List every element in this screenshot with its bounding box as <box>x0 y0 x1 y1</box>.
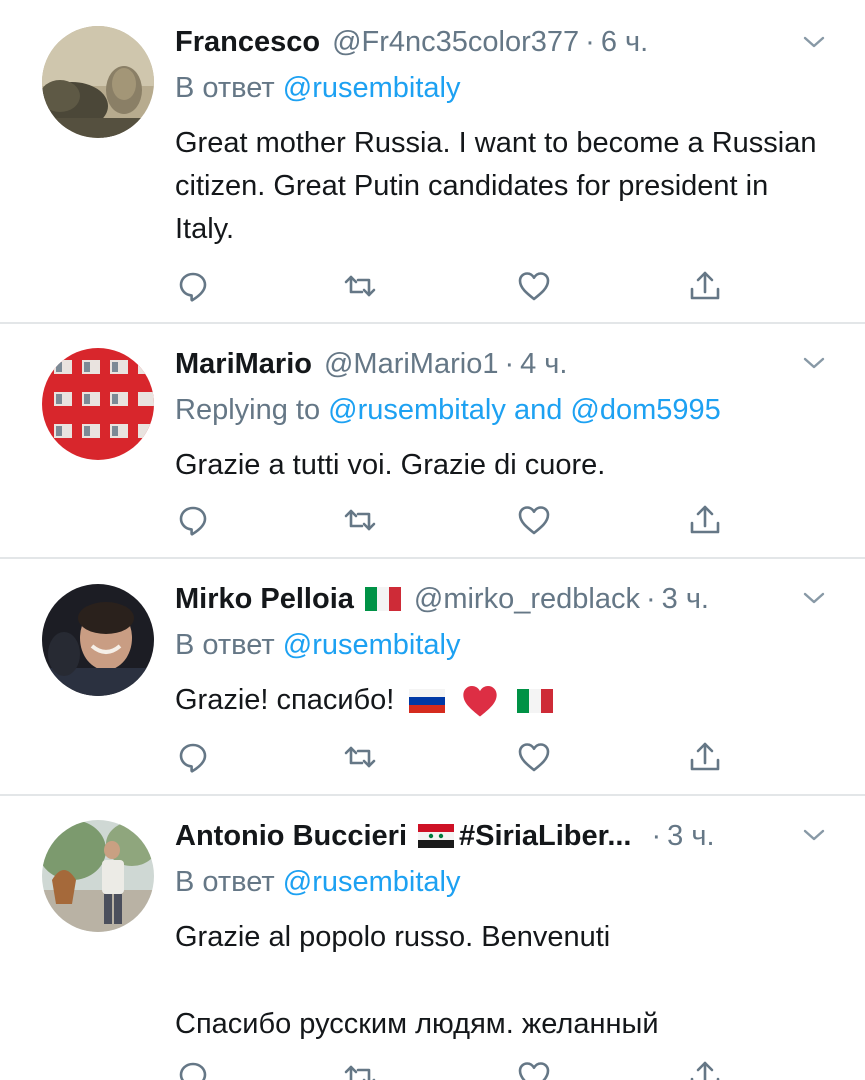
reply-context: В ответ @rusembitaly <box>175 629 460 662</box>
avatar[interactable] <box>42 348 154 460</box>
tweet-actions <box>175 1058 735 1080</box>
separator-dot: · <box>645 582 656 615</box>
tweet-header: MariMario @MariMario1 · 4 ч. <box>175 344 825 384</box>
reply-icon <box>175 1058 211 1080</box>
reply-conjunction: and <box>513 394 563 426</box>
reply-prefix: В ответ <box>175 629 275 661</box>
mention-link[interactable]: @dom5995 <box>570 394 720 426</box>
retweet-button[interactable] <box>342 502 378 538</box>
tweet-text: Grazie! спасибо! <box>175 684 395 716</box>
reply-button[interactable] <box>175 739 211 775</box>
red-heart-icon <box>460 681 500 721</box>
reply-button[interactable] <box>175 502 211 538</box>
reply-prefix: В ответ <box>175 72 275 104</box>
reply-prefix: В ответ <box>175 866 275 898</box>
avatar[interactable] <box>42 584 154 696</box>
like-button[interactable] <box>516 268 552 304</box>
timestamp[interactable]: 4 ч. <box>520 348 567 381</box>
reply-prefix: Replying to <box>175 394 321 426</box>
share-icon <box>687 268 723 304</box>
author-handle[interactable]: @mirko_redblack <box>414 583 640 616</box>
retweet-icon <box>342 1058 378 1080</box>
share-icon <box>687 1058 723 1080</box>
tweet-actions <box>175 739 735 779</box>
author-name[interactable]: MariMario <box>175 348 312 381</box>
tweet-header: Antonio Buccieri #SiriaLiber... · 3 ч. <box>175 816 825 856</box>
tweet[interactable]: MariMario @MariMario1 · 4 ч. Replying to… <box>0 324 865 558</box>
separator-dot: · <box>651 819 662 852</box>
reply-context: Replying to @rusembitaly and @dom5995 <box>175 394 721 427</box>
chevron-down-icon[interactable] <box>799 27 829 57</box>
share-button[interactable] <box>687 739 723 775</box>
retweet-button[interactable] <box>342 1058 378 1080</box>
avatar[interactable] <box>42 820 154 932</box>
share-button[interactable] <box>687 502 723 538</box>
tweet-text: Grazie a tutti voi. Grazie di cuore. <box>175 449 606 481</box>
mention-link[interactable]: @rusembitaly <box>283 72 461 104</box>
tweet-actions <box>175 502 735 542</box>
retweet-button[interactable] <box>342 739 378 775</box>
syrian-flag-icon <box>417 824 455 848</box>
separator-dot: · <box>504 347 515 380</box>
share-button[interactable] <box>687 268 723 304</box>
author-handle[interactable]: @Fr4nc35color377 <box>332 26 579 59</box>
like-button[interactable] <box>516 739 552 775</box>
tweet-header: Francesco @Fr4nc35color377 · 6 ч. <box>175 22 825 62</box>
like-icon <box>516 268 552 304</box>
italian-flag-icon <box>516 689 554 713</box>
retweet-icon <box>342 739 378 775</box>
russian-flag-icon <box>408 689 446 713</box>
reply-icon <box>175 502 211 538</box>
mention-link[interactable]: @rusembitaly <box>283 629 461 661</box>
chevron-down-icon[interactable] <box>799 820 829 850</box>
mention-link[interactable]: @rusembitaly <box>283 866 461 898</box>
share-icon <box>687 739 723 775</box>
chevron-down-icon[interactable] <box>799 583 829 613</box>
reply-icon <box>175 739 211 775</box>
tweet-text: Great mother Russia. I want to become a … <box>175 127 817 245</box>
share-button[interactable] <box>687 1058 723 1080</box>
reply-button[interactable] <box>175 1058 211 1080</box>
author-name[interactable]: Francesco <box>175 26 320 59</box>
tweet[interactable]: Mirko Pelloia @mirko_redblack · 3 ч. В о… <box>0 559 865 795</box>
tweet-header: Mirko Pelloia @mirko_redblack · 3 ч. <box>175 579 825 619</box>
reply-context: В ответ @rusembitaly <box>175 72 460 105</box>
timestamp[interactable]: 3 ч. <box>667 820 714 853</box>
timestamp[interactable]: 3 ч. <box>662 583 709 616</box>
avatar[interactable] <box>42 26 154 138</box>
tweet-text-line: Grazie al popolo russo. Benvenuti <box>175 921 611 953</box>
timestamp[interactable]: 6 ч. <box>601 26 648 59</box>
like-icon <box>516 1058 552 1080</box>
like-button[interactable] <box>516 1058 552 1080</box>
tweet[interactable]: Antonio Buccieri #SiriaLiber... · 3 ч. В… <box>0 796 865 1080</box>
chevron-down-icon[interactable] <box>799 348 829 378</box>
tweet[interactable]: Francesco @Fr4nc35color377 · 6 ч. В отве… <box>0 0 865 323</box>
author-handle[interactable]: @MariMario1 <box>324 348 498 381</box>
share-icon <box>687 502 723 538</box>
retweet-button[interactable] <box>342 268 378 304</box>
author-name[interactable]: Antonio Buccieri <box>175 820 407 853</box>
retweet-icon <box>342 502 378 538</box>
like-icon <box>516 739 552 775</box>
reply-icon <box>175 268 211 304</box>
tweet-text-row: Grazie! спасибо! <box>175 679 825 722</box>
reply-context: В ответ @rusembitaly <box>175 866 460 899</box>
like-icon <box>516 502 552 538</box>
italian-flag-icon <box>364 587 402 611</box>
tweet-actions <box>175 268 735 308</box>
reply-button[interactable] <box>175 268 211 304</box>
separator-dot: · <box>585 25 595 58</box>
like-button[interactable] <box>516 502 552 538</box>
author-name[interactable]: Mirko Pelloia <box>175 583 354 616</box>
author-display-hashtag[interactable]: #SiriaLiber... <box>459 820 631 853</box>
retweet-icon <box>342 268 378 304</box>
mention-link[interactable]: @rusembitaly <box>328 394 506 426</box>
tweet-text-line: Спасибо русским людям. желанный <box>175 1008 659 1040</box>
